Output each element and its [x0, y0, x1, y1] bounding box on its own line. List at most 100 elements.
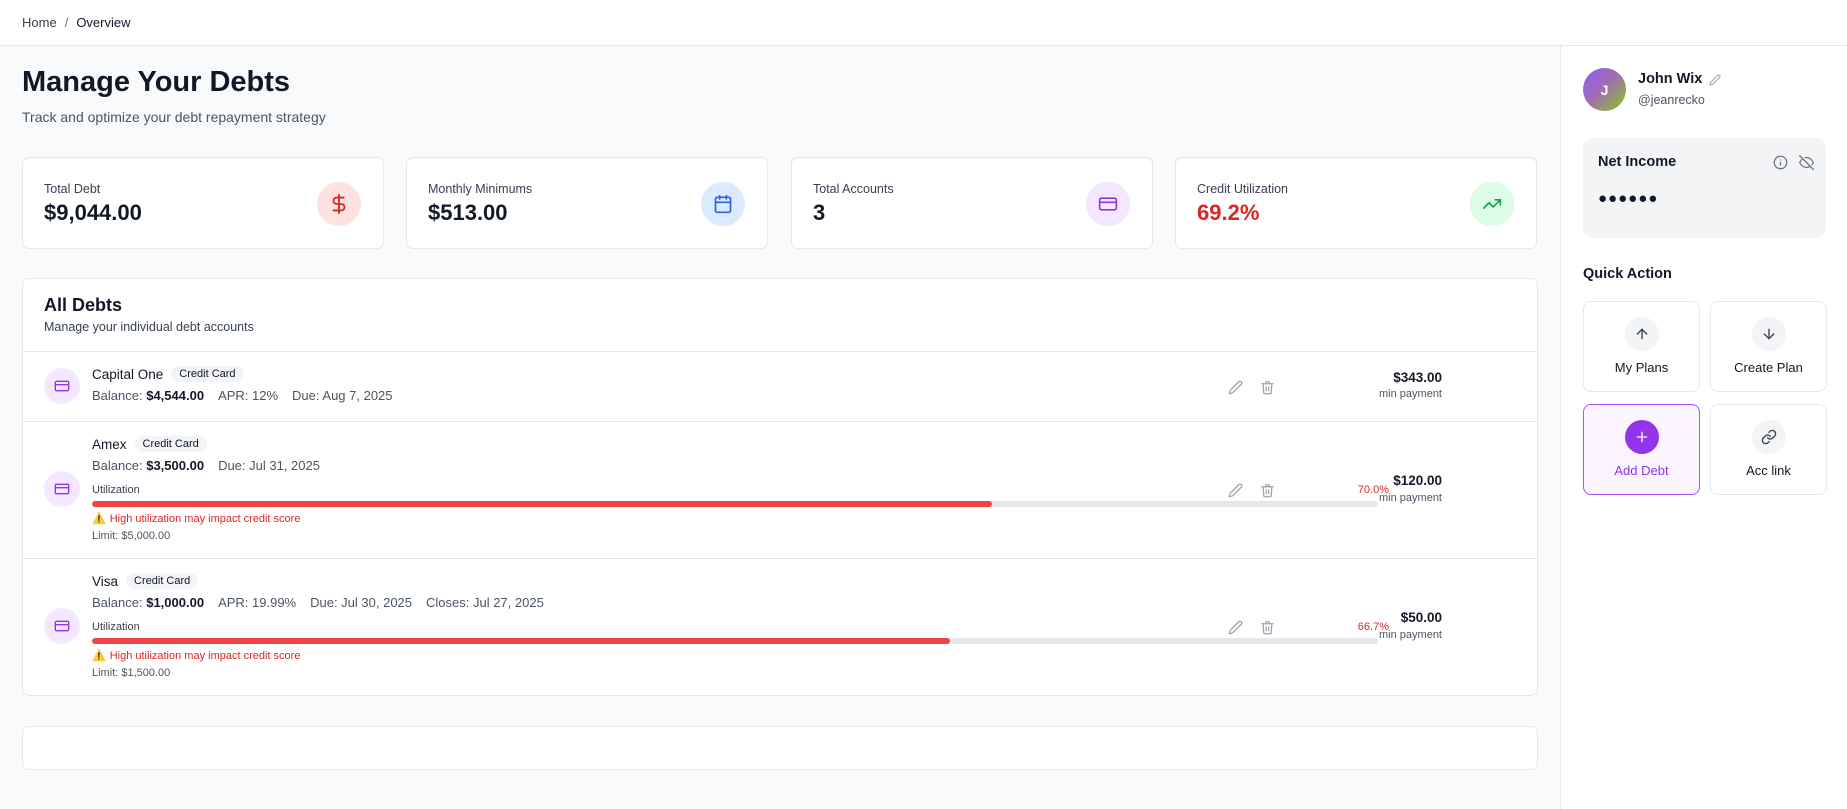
credit-card-icon	[44, 368, 80, 404]
debt-name: Amex	[92, 436, 127, 452]
quick-action-label: Create Plan	[1734, 360, 1803, 375]
stat-label: Credit Utilization	[1197, 182, 1289, 196]
page-subtitle: Track and optimize your debt repayment s…	[22, 109, 326, 125]
debt-name-line: Amex Credit Card	[92, 436, 207, 452]
debt-row-visa[interactable]: Visa Credit Card Balance: $1,000.00 APR:…	[23, 558, 1537, 695]
min-payment-label: min payment	[1379, 388, 1442, 400]
warning-text: High utilization may impact credit score	[109, 512, 301, 525]
right-sidebar: J John Wix @jeanrecko Net Income ●●●●●● …	[1560, 46, 1847, 809]
info-icon[interactable]	[1773, 155, 1789, 171]
pencil-icon	[1228, 483, 1242, 497]
debt-due: Due: Jul 31, 2025	[218, 458, 320, 473]
debt-due: Due: Jul 30, 2025	[310, 595, 413, 610]
balance-value: $3,500.00	[146, 458, 205, 473]
quick-action-label: Acc link	[1746, 463, 1791, 478]
plus-icon	[1625, 420, 1659, 454]
debt-due: Due: Aug 7, 2025	[292, 388, 393, 403]
eye-off-icon[interactable]	[1799, 155, 1815, 171]
pencil-icon	[1709, 74, 1721, 86]
net-income-card: Net Income ●●●●●●	[1583, 138, 1826, 238]
acc-link-button[interactable]: Acc link	[1710, 404, 1827, 495]
debt-name: Capital One	[92, 366, 164, 382]
debt-row-capital-one[interactable]: Capital One Credit Card Balance: $4,544.…	[23, 351, 1537, 421]
arrow-up-icon	[1625, 317, 1659, 351]
debts-title: All Debts	[44, 295, 123, 315]
breadcrumb-home-link[interactable]: Home	[22, 15, 57, 30]
credit-limit: Limit: $5,000.00	[92, 530, 171, 542]
net-income-masked-value: ●●●●●●	[1598, 190, 1659, 207]
warning-icon: ⚠️	[92, 513, 106, 525]
credit-card-icon	[44, 471, 80, 507]
user-name: John Wix	[1638, 71, 1703, 87]
calendar-icon	[701, 182, 745, 226]
breadcrumb-current: Overview	[76, 15, 131, 30]
utilization-warning: ⚠️ High utilization may impact credit sc…	[92, 512, 301, 526]
stat-label: Monthly Minimums	[428, 182, 533, 196]
stat-label: Total Debt	[44, 182, 101, 196]
balance-label: Balance:	[92, 388, 143, 403]
trending-up-icon	[1470, 182, 1514, 226]
stat-value: 3	[813, 200, 826, 225]
stat-card-credit-utilization: Credit Utilization 69.2%	[1175, 157, 1537, 249]
min-payment-amount: $343.00	[1393, 370, 1442, 385]
add-debt-button[interactable]: Add Debt	[1583, 404, 1700, 495]
avatar[interactable]: J	[1583, 68, 1626, 111]
min-payment-amount: $120.00	[1393, 473, 1442, 488]
warning-icon: ⚠️	[92, 650, 106, 662]
debt-type-badge: Credit Card	[126, 573, 199, 589]
debt-balance: Balance: $4,544.00	[92, 388, 204, 403]
edit-debt-button[interactable]	[1225, 617, 1245, 637]
pencil-icon	[1228, 380, 1242, 394]
delete-debt-button[interactable]	[1257, 480, 1277, 500]
create-plan-button[interactable]: Create Plan	[1710, 301, 1827, 392]
balance-label: Balance:	[92, 458, 143, 473]
debt-info: Balance: $4,544.00 APR: 12% Due: Aug 7, …	[92, 388, 393, 403]
balance-value: $4,544.00	[146, 388, 205, 403]
debt-info: Balance: $1,000.00 APR: 19.99% Due: Jul …	[92, 595, 544, 610]
credit-card-icon	[1086, 182, 1130, 226]
quick-action-label: My Plans	[1614, 360, 1669, 375]
page-title: Manage Your Debts	[22, 66, 291, 98]
edit-debt-button[interactable]	[1225, 480, 1245, 500]
pencil-icon	[1228, 620, 1242, 634]
breadcrumb: Home / Overview	[0, 0, 1847, 46]
link-icon	[1752, 420, 1786, 454]
my-plans-button[interactable]: My Plans	[1583, 301, 1700, 392]
main-content: Manage Your Debts Track and optimize you…	[0, 46, 1560, 809]
min-payment-amount: $50.00	[1400, 610, 1442, 625]
stat-value: 69.2%	[1197, 200, 1260, 225]
all-debts-panel: All Debts Manage your individual debt ac…	[22, 278, 1538, 696]
debt-name-line: Capital One Credit Card	[92, 366, 244, 382]
trash-icon	[1260, 380, 1274, 394]
stat-card-monthly-minimums: Monthly Minimums $513.00	[406, 157, 768, 249]
delete-debt-button[interactable]	[1257, 617, 1277, 637]
debt-type-badge: Credit Card	[134, 436, 207, 452]
edit-debt-button[interactable]	[1225, 377, 1245, 397]
debt-apr: APR: 19.99%	[218, 595, 297, 610]
net-income-title: Net Income	[1598, 154, 1677, 170]
debt-row-amex[interactable]: Amex Credit Card Balance: $3,500.00 Due:…	[23, 421, 1537, 558]
breadcrumb-separator: /	[64, 15, 69, 30]
debt-info: Balance: $3,500.00 Due: Jul 31, 2025	[92, 458, 320, 473]
stat-value: $9,044.00	[44, 200, 142, 225]
utilization-warning: ⚠️ High utilization may impact credit sc…	[92, 649, 301, 663]
debt-name: Visa	[92, 573, 119, 589]
bottom-panel	[22, 726, 1538, 770]
warning-text: High utilization may impact credit score	[109, 649, 301, 662]
trash-icon	[1260, 620, 1274, 634]
edit-profile-button[interactable]	[1709, 73, 1723, 87]
stat-card-total-debt: Total Debt $9,044.00	[22, 157, 384, 249]
utilization-bar	[92, 638, 1378, 644]
stat-label: Total Accounts	[813, 182, 894, 196]
debt-name-line: Visa Credit Card	[92, 573, 199, 589]
balance-value: $1,000.00	[146, 595, 205, 610]
debt-apr: APR: 12%	[218, 388, 279, 403]
utilization-bar	[92, 501, 1378, 507]
quick-action-label: Add Debt	[1614, 463, 1669, 478]
delete-debt-button[interactable]	[1257, 377, 1277, 397]
user-handle: @jeanrecko	[1638, 93, 1705, 107]
utilization-label: Utilization	[92, 621, 140, 633]
utilization-bar-fill	[92, 501, 993, 507]
debt-type-badge: Credit Card	[171, 366, 244, 382]
stat-value: $513.00	[428, 200, 508, 225]
